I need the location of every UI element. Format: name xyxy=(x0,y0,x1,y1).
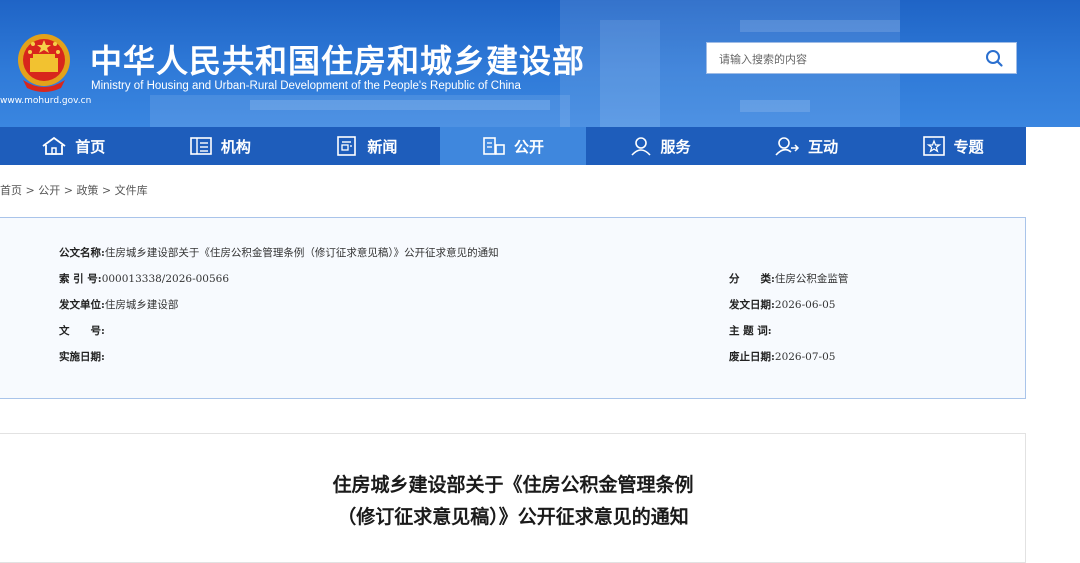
meta-index: 索 引 号:000013338/2026-00566 xyxy=(59,271,229,286)
nav-item-interaction[interactable]: 互动 xyxy=(733,127,880,165)
meta-issue-date: 发文日期:2026-06-05 xyxy=(729,297,835,312)
search-box xyxy=(706,42,1017,74)
breadcrumb-separator: > xyxy=(98,184,115,197)
nav-item-news[interactable]: 新闻 xyxy=(293,127,440,165)
meta-expiry-date: 废止日期:2026-07-05 xyxy=(729,349,835,364)
breadcrumb-separator: > xyxy=(22,184,39,197)
public-icon xyxy=(483,137,505,155)
meta-doc-name: 公文名称:住房城乡建设部关于《住房公积金管理条例（修订征求意见稿）》公开征求意见… xyxy=(59,245,499,260)
meta-label: 索 引 号: xyxy=(59,273,102,285)
topic-icon xyxy=(922,136,945,156)
meta-keywords: 主 题 词: xyxy=(729,323,772,338)
meta-issuer: 发文单位:住房城乡建设部 xyxy=(59,297,178,312)
site-title-en: Ministry of Housing and Urban-Rural Deve… xyxy=(91,80,521,92)
main-nav: 首页 机构 新闻 公开 服务 互动 专题 xyxy=(0,127,1026,165)
document-body: 住房城乡建设部关于《住房公积金管理条例 （修订征求意见稿）》公开征求意见的通知 xyxy=(0,433,1026,563)
nav-item-service[interactable]: 服务 xyxy=(586,127,733,165)
meta-label: 发文单位: xyxy=(59,299,105,311)
nav-label: 首页 xyxy=(75,137,106,156)
meta-label: 分 类: xyxy=(729,273,775,285)
nav-item-organization[interactable]: 机构 xyxy=(147,127,294,165)
breadcrumb-file-library[interactable]: 文件库 xyxy=(115,184,148,197)
header-backdrop-window xyxy=(740,20,900,32)
nav-spacer xyxy=(1026,127,1080,165)
header-backdrop-window xyxy=(740,100,810,112)
search-input[interactable] xyxy=(717,49,971,69)
meta-value: 000013338/2026-00566 xyxy=(101,273,230,285)
nav-item-public[interactable]: 公开 xyxy=(439,127,587,165)
breadcrumb-separator: > xyxy=(60,184,77,197)
meta-label: 实施日期: xyxy=(59,351,105,363)
nav-label: 公开 xyxy=(513,137,544,156)
meta-category: 分 类:住房公积金监管 xyxy=(729,271,848,286)
nav-item-home[interactable]: 首页 xyxy=(0,127,147,165)
home-icon xyxy=(42,136,66,155)
breadcrumb-public[interactable]: 公开 xyxy=(38,184,60,197)
meta-value: 住房城乡建设部关于《住房公积金管理条例（修订征求意见稿）》公开征求意见的通知 xyxy=(104,247,499,259)
breadcrumb: 首页 > 公开 > 政策 > 文件库 xyxy=(0,182,148,198)
service-icon xyxy=(630,137,651,156)
nav-label: 互动 xyxy=(808,137,839,156)
document-metadata-panel: 公文名称:住房城乡建设部关于《住房公积金管理条例（修订征求意见稿）》公开征求意见… xyxy=(0,217,1026,399)
meta-value: 住房城乡建设部 xyxy=(104,299,179,311)
document-title-line1: 住房城乡建设部关于《住房公积金管理条例 xyxy=(332,474,694,496)
breadcrumb-policy[interactable]: 政策 xyxy=(76,184,98,197)
site-url[interactable]: www.mohurd.gov.cn xyxy=(0,96,91,106)
search-icon xyxy=(986,50,1003,67)
meta-effective-date: 实施日期: xyxy=(59,349,105,364)
document-title-line2: （修订征求意见稿）》公开征求意见的通知 xyxy=(337,506,689,528)
meta-label: 主 题 词: xyxy=(729,325,772,337)
nav-item-topic[interactable]: 专题 xyxy=(879,127,1026,165)
interaction-icon xyxy=(775,137,800,156)
nav-label: 新闻 xyxy=(367,137,398,156)
search-button[interactable] xyxy=(982,47,1006,69)
meta-label: 废止日期: xyxy=(729,351,775,363)
breadcrumb-home[interactable]: 首页 xyxy=(0,184,22,197)
meta-label: 发文日期: xyxy=(729,299,775,311)
nav-label: 服务 xyxy=(660,137,691,156)
header-backdrop-window xyxy=(250,100,550,110)
site-title-cn: 中华人民共和国住房和城乡建设部 xyxy=(90,42,586,80)
meta-label: 文 号: xyxy=(59,325,105,337)
meta-label: 公文名称: xyxy=(59,247,105,259)
header-backdrop-tower xyxy=(600,20,660,127)
meta-value: 2026-07-05 xyxy=(774,351,836,363)
meta-doc-number: 文 号: xyxy=(59,323,105,338)
meta-value: 2026-06-05 xyxy=(774,299,836,311)
national-emblem-icon xyxy=(18,34,70,92)
news-icon xyxy=(337,136,357,156)
nav-label: 机构 xyxy=(220,137,251,156)
meta-value: 住房公积金监管 xyxy=(774,273,849,285)
site-header: www.mohurd.gov.cn 中华人民共和国住房和城乡建设部 Minist… xyxy=(0,0,1080,127)
nav-label: 专题 xyxy=(953,137,984,156)
building-icon xyxy=(190,137,212,155)
